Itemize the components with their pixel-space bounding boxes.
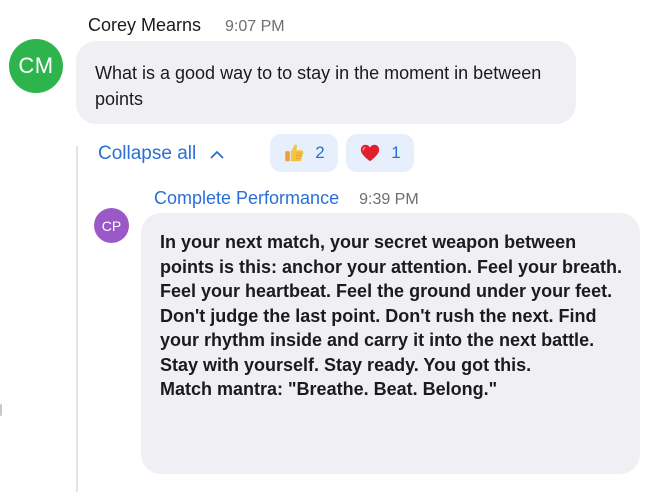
reply-text: In your next match, your secret weapon b… [160, 230, 635, 402]
scroll-indicator [0, 404, 2, 416]
sender-name[interactable]: Corey Mearns [88, 15, 201, 36]
red-heart-icon [361, 144, 380, 162]
reply-avatar[interactable]: CP [94, 208, 129, 243]
avatar-initials: CP [101, 217, 122, 234]
reply-body: In your next match, your secret weapon b… [160, 232, 623, 375]
message-text: What is a good way to to stay in the mom… [95, 63, 542, 109]
collapse-all-button[interactable]: Collapse all [98, 141, 224, 167]
reply-header: Complete Performance 9:39 PM [154, 188, 419, 209]
message-bubble[interactable]: What is a good way to to stay in the mom… [76, 41, 576, 124]
reply-sender-name[interactable]: Complete Performance [154, 188, 339, 209]
chat-thread: CM Corey Mearns 9:07 PM What is a good w… [0, 0, 666, 492]
reply-mantra: Match mantra: "Breathe. Beat. Belong." [160, 379, 498, 399]
avatar[interactable]: CM [9, 39, 63, 93]
thumbs-up-icon [285, 144, 304, 162]
thread-line [76, 146, 78, 492]
chevron-up-icon [210, 150, 224, 158]
reaction-count: 2 [315, 143, 325, 162]
reaction-thumbs-up[interactable]: 2 [270, 134, 338, 172]
message-header: Corey Mearns 9:07 PM [88, 15, 285, 36]
collapse-all-label: Collapse all [98, 143, 197, 164]
reply-bubble[interactable]: In your next match, your secret weapon b… [141, 213, 640, 474]
avatar-initials: CM [18, 53, 54, 78]
reply-timestamp: 9:39 PM [359, 191, 419, 208]
reaction-count: 1 [391, 143, 401, 162]
reaction-heart[interactable]: 1 [346, 134, 414, 172]
message-timestamp: 9:07 PM [225, 18, 285, 35]
